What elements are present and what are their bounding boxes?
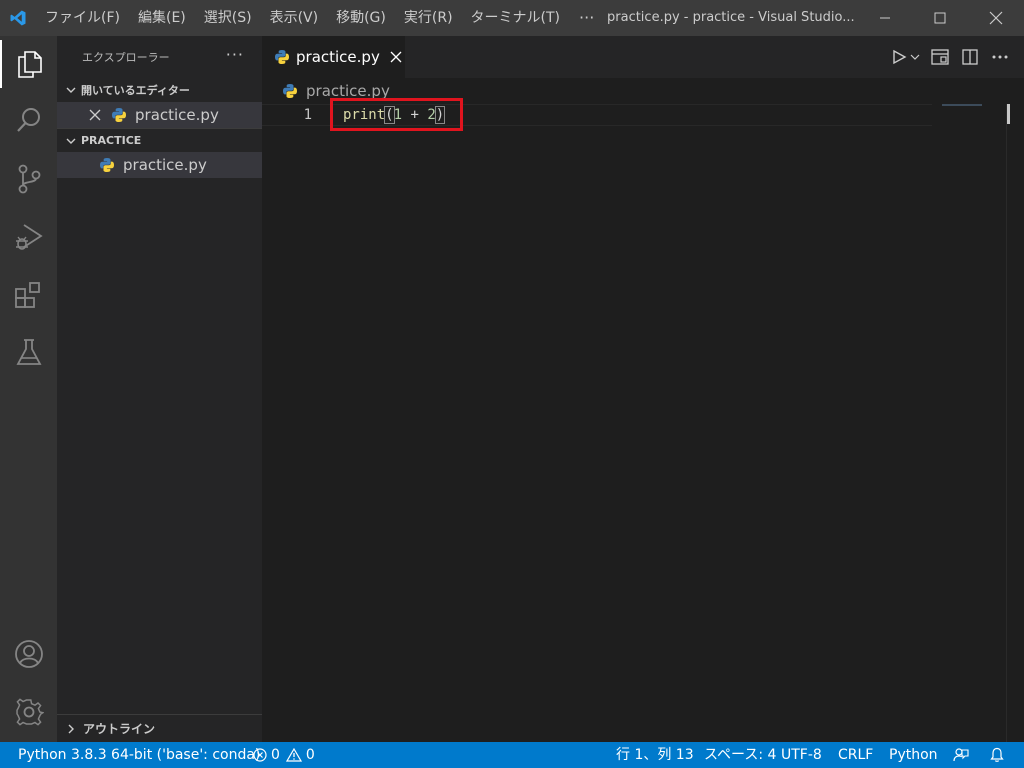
menu-run[interactable]: 実行(R) [395, 0, 462, 36]
tab-practice-py[interactable]: practice.py [262, 36, 405, 78]
minimize-icon [880, 17, 890, 19]
run-python-button[interactable] [888, 43, 924, 71]
source-control-icon [18, 164, 40, 194]
close-editor-icon[interactable] [87, 109, 103, 121]
open-editors-section-header[interactable]: 開いているエディター [57, 78, 262, 102]
python-file-icon [282, 83, 298, 99]
run-debug-button[interactable] [0, 213, 57, 261]
file-tree-item[interactable]: practice.py [57, 152, 262, 178]
menu-terminal[interactable]: ターミナル(T) [462, 0, 569, 36]
menu-edit[interactable]: 編集(E) [129, 0, 195, 36]
notifications-button[interactable] [989, 742, 1005, 768]
editor-area: practice.py practice.py 1 print(1 + 2) [262, 36, 1024, 742]
gear-icon [15, 698, 44, 726]
extensions-button[interactable] [0, 271, 57, 319]
tab-bar: practice.py [262, 36, 1024, 78]
annotation-highlight-box [330, 98, 463, 131]
chevron-right-icon [63, 723, 79, 735]
status-bar: Python 3.8.3 64-bit ('base': conda) 0 0 … [0, 742, 1024, 768]
minimap[interactable] [942, 104, 1006, 107]
python-file-icon [99, 157, 115, 173]
scrollbar-slider[interactable] [1007, 104, 1010, 124]
feedback-icon [953, 748, 969, 762]
menu-file[interactable]: ファイル(F) [36, 0, 129, 36]
outline-label: アウトライン [83, 722, 156, 736]
vscode-logo-icon [0, 0, 36, 36]
files-icon [17, 51, 42, 78]
source-control-button[interactable] [0, 155, 57, 203]
editor-actions [886, 36, 1014, 78]
split-editor-icon [962, 49, 978, 65]
search-icon [16, 108, 40, 132]
search-button[interactable] [0, 96, 57, 144]
account-icon [14, 640, 43, 668]
activity-bar [0, 36, 57, 742]
open-editors-label: 開いているエディター [81, 84, 190, 97]
tab-close-icon[interactable] [390, 51, 402, 63]
maximize-icon [934, 12, 946, 24]
open-editor-filename: practice.py [135, 106, 219, 124]
folder-section-header[interactable]: PRACTICE [57, 128, 262, 152]
open-editor-item[interactable]: practice.py [57, 102, 262, 128]
close-window-button[interactable] [973, 0, 1019, 36]
open-preview-button[interactable] [926, 43, 954, 71]
explorer-sidebar: エクスプローラー ··· 開いているエディター practice.py PRAC… [57, 36, 262, 742]
line-number: 1 [303, 107, 312, 123]
outline-section-header[interactable]: アウトライン [57, 714, 262, 742]
explorer-button[interactable] [0, 40, 57, 88]
play-icon [893, 49, 920, 65]
menu-bar: ファイル(F) 編集(E) 選択(S) 表示(V) 移動(G) 実行(R) ター… [36, 0, 604, 36]
feedback-button[interactable] [953, 742, 969, 768]
menu-more-button[interactable]: ··· [569, 0, 604, 36]
extensions-icon [14, 282, 40, 308]
menu-selection[interactable]: 選択(S) [195, 0, 261, 36]
split-editor-button[interactable] [956, 43, 984, 71]
sidebar-more-button[interactable]: ··· [226, 45, 244, 64]
testing-button[interactable] [0, 328, 57, 376]
flask-icon [16, 339, 41, 365]
folder-label: PRACTICE [81, 134, 142, 147]
more-actions-button[interactable] [986, 43, 1014, 71]
cursor-position-status[interactable]: 行 1、列 13 [616, 742, 694, 768]
maximize-button[interactable] [917, 0, 963, 36]
sidebar-header: エクスプローラー ··· [57, 36, 262, 78]
language-mode-status[interactable]: Python [889, 742, 938, 768]
python-file-icon [111, 107, 127, 123]
preview-icon [931, 49, 949, 65]
file-tree-filename: practice.py [123, 156, 207, 174]
chevron-down-icon [63, 84, 79, 96]
menu-view[interactable]: 表示(V) [261, 0, 328, 36]
run-debug-icon [15, 224, 43, 250]
eol-status[interactable]: CRLF [838, 742, 873, 768]
warning-icon [285, 748, 302, 762]
bell-icon [990, 747, 1004, 762]
menu-go[interactable]: 移動(G) [327, 0, 395, 36]
indentation-status[interactable]: スペース: 4 [704, 742, 776, 768]
error-icon [253, 748, 267, 762]
manage-button[interactable] [0, 688, 57, 736]
window-title: practice.py - practice - Visual Studio..… [607, 10, 855, 25]
vertical-scrollbar[interactable] [1006, 104, 1024, 742]
sidebar-title: エクスプローラー [82, 51, 170, 64]
chevron-down-icon [63, 135, 79, 147]
problems-status[interactable]: 0 0 [253, 742, 315, 768]
close-icon [989, 11, 1003, 25]
encoding-status[interactable]: UTF-8 [781, 742, 822, 768]
minimize-button[interactable] [862, 0, 908, 36]
ellipsis-icon [992, 55, 1008, 59]
error-count: 0 [271, 747, 280, 763]
minimap-line [942, 104, 982, 106]
tab-label: practice.py [296, 48, 380, 66]
python-interpreter-status[interactable]: Python 3.8.3 64-bit ('base': conda) [18, 742, 260, 768]
warning-count: 0 [305, 747, 315, 763]
title-bar: ファイル(F) 編集(E) 選択(S) 表示(V) 移動(G) 実行(R) ター… [0, 0, 1024, 36]
accounts-button[interactable] [0, 630, 57, 678]
python-file-icon [274, 49, 290, 65]
